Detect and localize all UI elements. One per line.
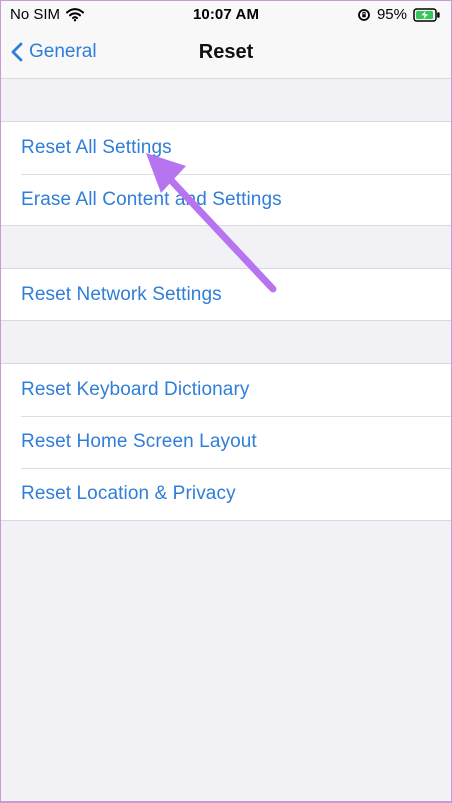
reset-home-screen-layout-label: Reset Home Screen Layout (21, 431, 257, 452)
reset-group-3: Reset Keyboard Dictionary Reset Home Scr… (1, 363, 451, 521)
status-bar: No SIM 10:07 AM 95% (1, 1, 451, 31)
reset-group-1: Reset All Settings Erase All Content and… (1, 121, 451, 226)
reset-keyboard-dictionary-row[interactable]: Reset Keyboard Dictionary (1, 364, 451, 416)
reset-home-screen-layout-row[interactable]: Reset Home Screen Layout (1, 416, 451, 468)
erase-all-content-label: Erase All Content and Settings (21, 189, 282, 210)
erase-all-content-row[interactable]: Erase All Content and Settings (1, 174, 451, 226)
reset-all-settings-row[interactable]: Reset All Settings (1, 122, 451, 174)
screen-frame: No SIM 10:07 AM 95% General Reset Reset … (1, 1, 451, 801)
battery-percent: 95% (376, 6, 407, 23)
page-title: Reset (198, 41, 254, 63)
reset-group-2: Reset Network Settings (1, 268, 451, 321)
reset-location-privacy-label: Reset Location & Privacy (21, 483, 236, 504)
battery-charging-icon (413, 7, 440, 22)
reset-location-privacy-row[interactable]: Reset Location & Privacy (1, 468, 451, 520)
navigation-bar: General Reset (1, 31, 451, 79)
reset-network-settings-row[interactable]: Reset Network Settings (1, 269, 451, 321)
orientation-lock-icon (358, 8, 370, 21)
status-right: 95% (357, 6, 441, 23)
reset-all-settings-label: Reset All Settings (21, 137, 172, 158)
reset-keyboard-dictionary-label: Reset Keyboard Dictionary (21, 379, 250, 400)
reset-network-settings-label: Reset Network Settings (21, 284, 222, 305)
